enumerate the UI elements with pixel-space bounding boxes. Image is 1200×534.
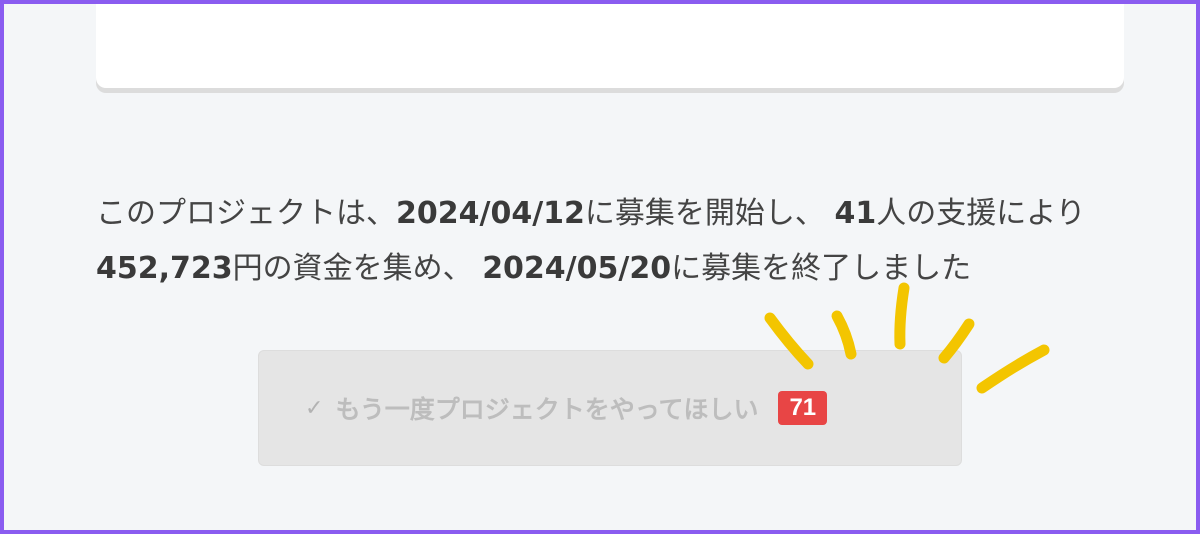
request-again-label: もう一度プロジェクトをやってほしい — [335, 395, 759, 424]
content-card — [96, 4, 1124, 88]
highlight-burst-icon — [764, 282, 1050, 394]
check-icon: ✓ — [305, 395, 324, 421]
summary-text-2: に募集を開始し、 — [584, 196, 835, 231]
end-date: 2024/05/20 — [482, 251, 672, 286]
supporter-count: 41 — [834, 196, 877, 231]
funding-amount: 452,723 — [96, 251, 233, 286]
start-date: 2024/04/12 — [396, 196, 585, 231]
summary-text-1: このプロジェクトは、 — [96, 196, 396, 231]
screenshot-frame: このプロジェクトは、2024/04/12に募集を開始し、 41人の支援により 4… — [0, 0, 1200, 534]
summary-text-4: 円の資金を集め、 — [232, 251, 483, 286]
summary-text-3: 人の支援により — [876, 196, 1086, 231]
